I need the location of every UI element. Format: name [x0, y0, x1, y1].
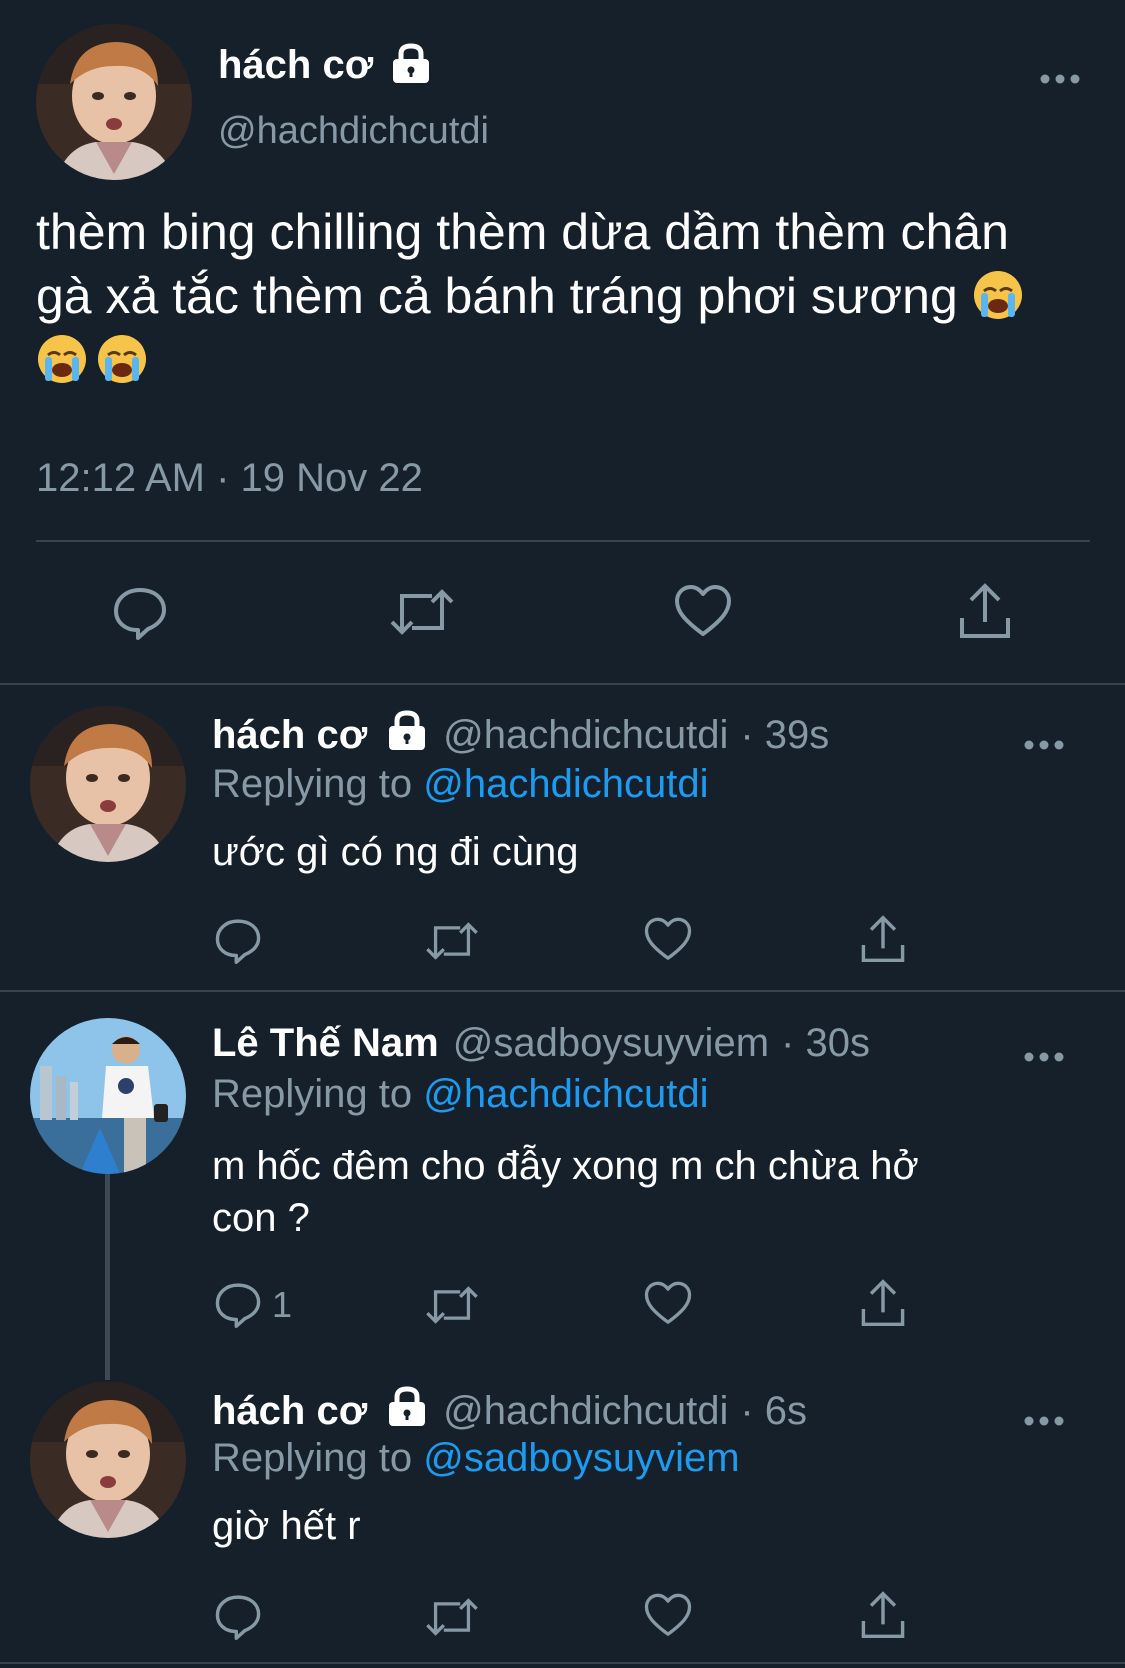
handle[interactable]: @hachdichcutdi	[443, 1389, 728, 1434]
replying-label: Replying to	[212, 1072, 413, 1116]
handle[interactable]: @sadboysuyviem	[453, 1021, 769, 1066]
retweet-icon[interactable]	[424, 1594, 480, 1640]
share-icon[interactable]	[860, 1278, 906, 1328]
reply-icon[interactable]	[214, 1592, 262, 1640]
like-icon[interactable]	[644, 1592, 692, 1640]
avatar[interactable]	[36, 24, 192, 180]
more-icon[interactable]	[1040, 56, 1080, 96]
handle[interactable]: @hachdichcutdi	[218, 110, 489, 153]
divider	[0, 683, 1125, 685]
display-name[interactable]: hách cơ	[212, 713, 367, 758]
reply-text-line: con ?	[212, 1196, 310, 1240]
display-name[interactable]: hách cơ	[218, 43, 373, 88]
retweet-icon[interactable]	[424, 1282, 480, 1328]
lock-icon	[387, 1386, 427, 1436]
retweet-icon[interactable]	[388, 584, 456, 640]
reply-text: m hốc đêm cho đẫy xong m ch chừa hở con …	[212, 1140, 919, 1244]
reply-text-line: m hốc đêm cho đẫy xong m ch chừa hở	[212, 1144, 919, 1188]
reply-text: giờ hết r	[212, 1504, 361, 1548]
reply-icon[interactable]	[112, 584, 168, 640]
time-ago[interactable]: · 39s	[740, 713, 829, 758]
mention-link[interactable]: @sadboysuyviem	[423, 1436, 739, 1480]
more-icon[interactable]	[1024, 1398, 1064, 1438]
loudly-crying-face-emoji	[36, 333, 88, 385]
divider	[0, 1662, 1125, 1664]
thread-line	[105, 1170, 110, 1380]
avatar[interactable]	[30, 1018, 186, 1174]
reply-count: 1	[272, 1284, 293, 1325]
tweet-text: thèm bing chilling thèm dừa dầm thèm châ…	[36, 200, 1076, 392]
reply-icon[interactable]	[214, 916, 262, 964]
share-icon[interactable]	[958, 582, 1012, 640]
more-icon[interactable]	[1024, 1034, 1064, 1074]
like-icon[interactable]	[644, 1280, 692, 1328]
share-icon[interactable]	[860, 1590, 906, 1640]
reply-icon[interactable]	[214, 1280, 262, 1328]
mention-link[interactable]: @hachdichcutdi	[423, 762, 708, 806]
like-icon[interactable]	[674, 584, 732, 640]
replying-label: Replying to	[212, 762, 413, 806]
mention-link[interactable]: @hachdichcutdi	[423, 1072, 708, 1116]
handle[interactable]: @hachdichcutdi	[443, 713, 728, 758]
display-name[interactable]: Lê Thế Nam	[212, 1021, 439, 1066]
time-ago[interactable]: · 30s	[781, 1021, 870, 1066]
like-icon[interactable]	[644, 916, 692, 964]
display-name[interactable]: hách cơ	[212, 1389, 367, 1434]
lock-icon	[387, 710, 427, 760]
divider	[36, 540, 1090, 542]
tweet-text-body: thèm bing chilling thèm dừa dầm thèm châ…	[36, 204, 1009, 324]
more-icon[interactable]	[1024, 722, 1064, 762]
lock-icon	[391, 42, 431, 88]
reply-text: ước gì có ng đi cùng	[212, 830, 579, 874]
divider	[0, 990, 1125, 992]
share-icon[interactable]	[860, 914, 906, 964]
loudly-crying-face-emoji	[972, 269, 1024, 321]
retweet-icon[interactable]	[424, 918, 480, 964]
timestamp[interactable]: 12:12 AM · 19 Nov 22	[36, 456, 423, 501]
time-ago[interactable]: · 6s	[740, 1389, 807, 1434]
replying-label: Replying to	[212, 1436, 413, 1480]
avatar[interactable]	[30, 706, 186, 862]
loudly-crying-face-emoji	[96, 333, 148, 385]
avatar[interactable]	[30, 1382, 186, 1538]
